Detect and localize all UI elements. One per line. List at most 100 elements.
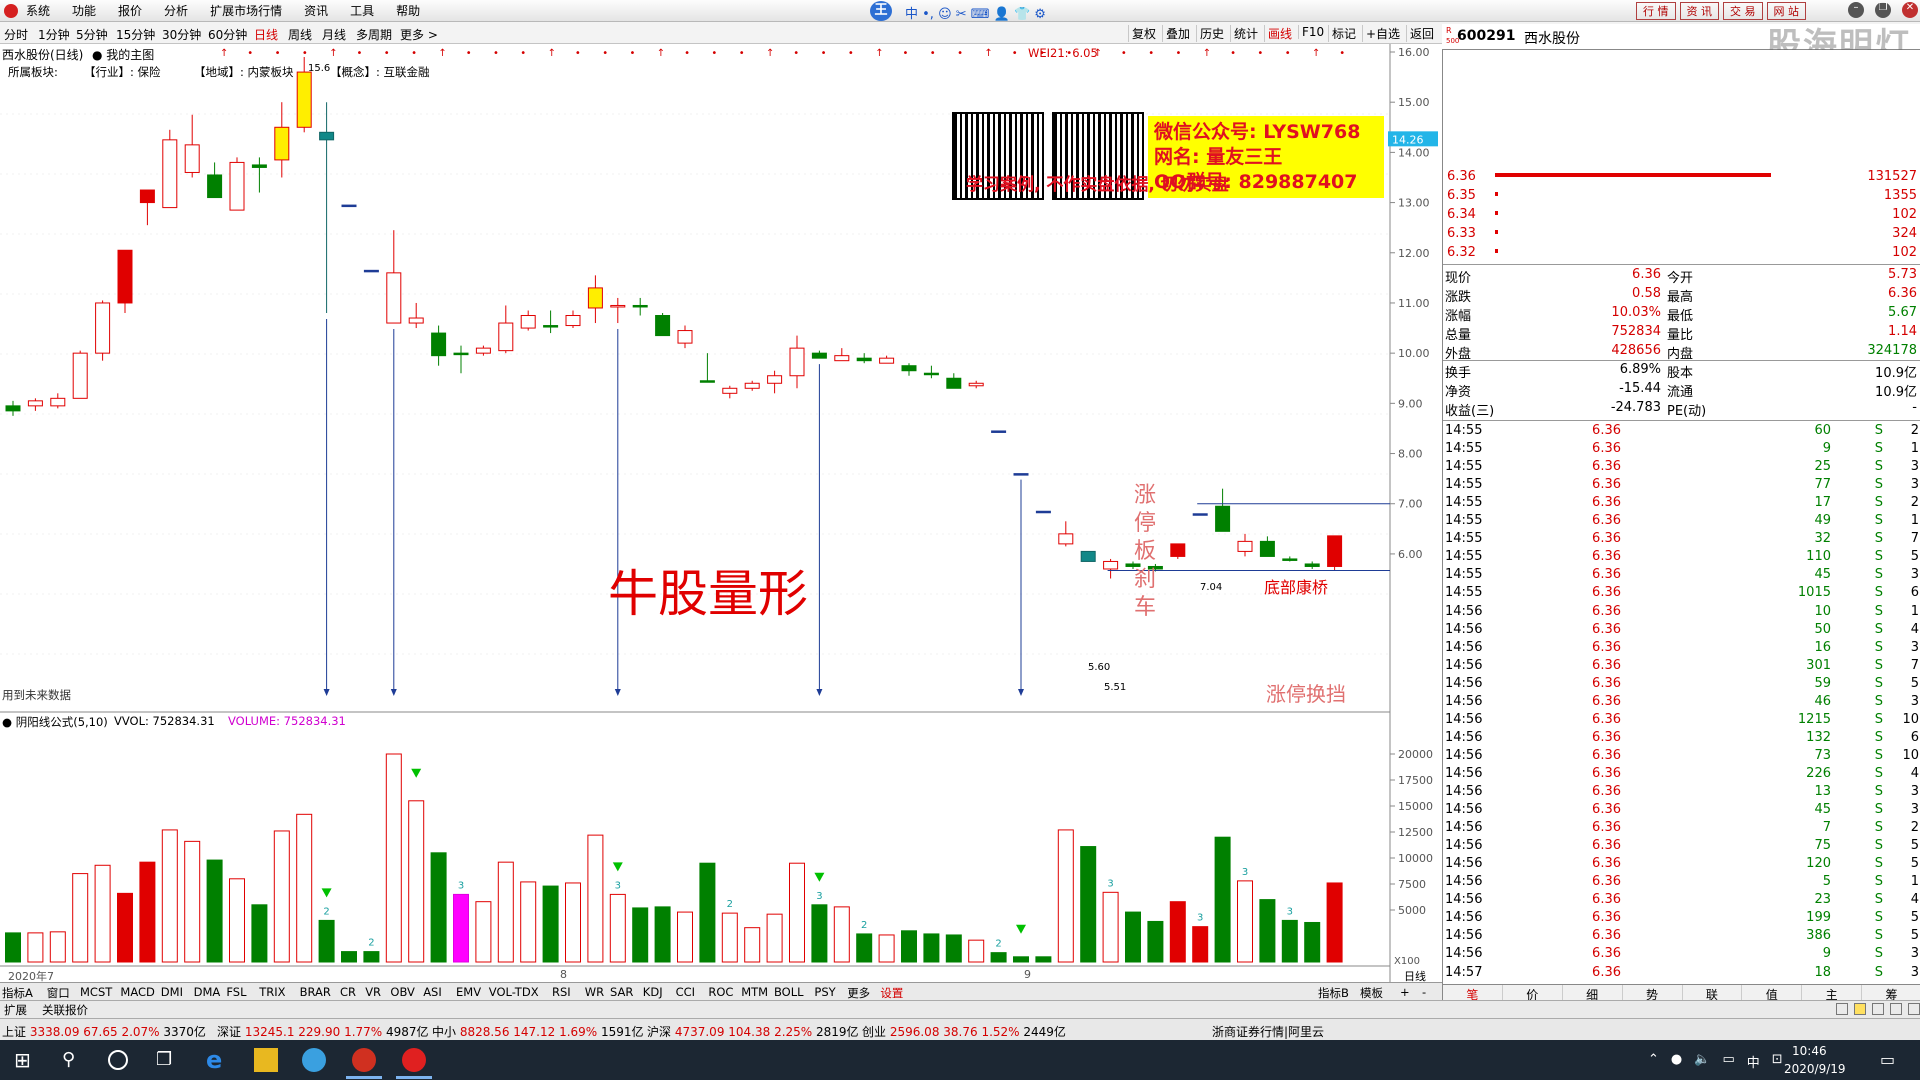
tab-related-quote[interactable]: 关联报价 [42,1002,88,1018]
menu-system[interactable]: 系统 [26,2,50,19]
statistics-button[interactable]: 统计 [1230,25,1261,42]
overlay-button[interactable]: 叠加 [1162,25,1193,42]
period-daily[interactable]: 日线 [254,26,278,43]
user-icon[interactable]: ● [1671,1052,1682,1071]
tick-row[interactable]: 14:56 6.36 199 S 5 [1443,909,1920,927]
tick-row[interactable]: 14:56 6.36 226 S 4 [1443,765,1920,783]
news-button[interactable]: 资 讯 [1679,2,1719,20]
indicator-tab[interactable]: DMI [161,985,183,999]
indicator-tab[interactable]: CCI [676,985,695,999]
index-quote[interactable]: 创业 2596.08 38.76 1.52% 2449亿 [862,1023,1066,1040]
indicator-tab[interactable]: 更多 [847,985,870,1001]
indicator-tab[interactable]: CR [340,985,356,999]
layout-icon[interactable] [1854,1003,1866,1015]
tick-row[interactable]: 14:55 6.36 49 S 1 [1443,512,1920,530]
notification-icon[interactable]: ▭ [1880,1050,1895,1069]
tick-row[interactable]: 14:56 6.36 386 S 5 [1443,927,1920,945]
tick-row[interactable]: 14:57 6.36 18 S 3 [1443,964,1920,982]
tick-row[interactable]: 14:56 6.36 120 S 5 [1443,855,1920,873]
volume-icon[interactable]: 🔈 [1694,1052,1710,1071]
tick-row[interactable]: 14:55 6.36 110 S 5 [1443,548,1920,566]
ie-browser-icon[interactable] [302,1048,326,1072]
back-button[interactable]: 返回 [1406,25,1437,42]
indicator-tab[interactable]: BRAR [300,985,331,999]
app-icon[interactable] [352,1048,376,1072]
network-icon[interactable]: ▭ [1722,1052,1734,1071]
indicator-tab[interactable]: EMV [456,985,481,999]
region-tag[interactable]: 【地域】: 内蒙板块 [194,64,294,80]
indicator-b-tab[interactable]: 指标B [1318,985,1349,1001]
chart-area[interactable]: 16.00 15.00 14.00 13.00 12.00 11.00 10.00 9.00 8… [0,44,1442,983]
concept-tag[interactable]: 【概念】: 互联金融 [330,64,430,80]
indicator-tab[interactable]: SAR [610,985,633,999]
index-quote[interactable]: 沪深 4737.09 104.38 2.25% 2819亿 [647,1023,859,1040]
period-1min[interactable]: 1分钟 [38,26,70,43]
ask-row[interactable]: 6.36 131527 [1443,168,1920,186]
restore-icon[interactable]: ❐ [1875,2,1891,18]
ime-toolbar[interactable]: 中 •, ☺ ✂ ⌨ 👤 👕 ⚙ [905,3,1046,22]
task-view-icon[interactable]: ❐ [156,1048,180,1072]
tick-row[interactable]: 14:55 6.36 17 S 2 [1443,494,1920,512]
indicator-tab[interactable]: RSI [552,985,571,999]
menu-analysis[interactable]: 分析 [164,2,188,19]
layout-icon[interactable] [1890,1003,1902,1015]
indicator-tab[interactable]: KDJ [643,985,663,999]
industry-tag[interactable]: 【行业】: 保险 [84,64,161,80]
tick-row[interactable]: 14:55 6.36 77 S 3 [1443,476,1920,494]
tick-row[interactable]: 14:56 6.36 45 S 3 [1443,801,1920,819]
tick-row[interactable]: 14:56 6.36 73 S 10 [1443,747,1920,765]
index-quote[interactable]: 上证 3338.09 67.65 2.07% 3370亿 [2,1023,206,1040]
tick-row[interactable]: 14:55 6.36 1015 S 6 [1443,584,1920,602]
trading-app-icon[interactable] [402,1048,426,1072]
indicator-tab[interactable]: WR [585,985,604,999]
market-button[interactable]: 行 情 [1636,2,1676,20]
indicator-tab[interactable]: PSY [814,985,835,999]
indicator-tab[interactable]: MTM [741,985,768,999]
file-explorer-icon[interactable] [254,1048,278,1072]
indicator-tab[interactable]: ROC [708,985,733,999]
indicator-tab[interactable]: TRIX [259,985,285,999]
history-button[interactable]: 历史 [1196,25,1227,42]
tick-row[interactable]: 14:55 6.36 60 S 2 [1443,422,1920,440]
layout-icon[interactable] [1836,1003,1848,1015]
ask-row[interactable]: 6.35 1355 [1443,187,1920,205]
f10-button[interactable]: F10 [1298,25,1327,39]
tick-row[interactable]: 14:55 6.36 32 S 7 [1443,530,1920,548]
menu-function[interactable]: 功能 [72,2,96,19]
menu-quote[interactable]: 报价 [118,2,142,19]
indicator-tab[interactable]: FSL [226,985,246,999]
ime-logo-icon[interactable]: 王 [870,1,892,21]
ask-row[interactable]: 6.34 102 [1443,206,1920,224]
minimize-icon[interactable]: – [1848,2,1864,18]
mark-button[interactable]: 标记 [1328,25,1359,42]
tick-row[interactable]: 14:56 6.36 7 S 2 [1443,819,1920,837]
tick-row[interactable]: 14:56 6.36 301 S 7 [1443,657,1920,675]
indicator-tab[interactable]: DMA [194,985,221,999]
chevron-up-icon[interactable]: ⌃ [1648,1052,1659,1071]
tab-extend[interactable]: 扩展 [4,1002,27,1018]
indicator-tab[interactable]: OBV [390,985,414,999]
period-60min[interactable]: 60分钟 [208,26,247,43]
ask-row[interactable]: 6.32 102 [1443,244,1920,262]
tick-row[interactable]: 14:56 6.36 13 S 3 [1443,783,1920,801]
layout-icon[interactable] [1872,1003,1884,1015]
windows-start-icon[interactable]: ⊞ [14,1048,38,1072]
menu-extended-market[interactable]: 扩展市场行情 [210,2,282,19]
indicator-tab[interactable]: 指标A [2,985,33,1001]
menu-news[interactable]: 资讯 [304,2,328,19]
menu-help[interactable]: 帮助 [396,2,420,19]
tick-row[interactable]: 14:55 6.36 9 S 1 [1443,440,1920,458]
tick-row[interactable]: 14:56 6.36 50 S 4 [1443,621,1920,639]
index-quote[interactable]: 深证 13245.1 229.90 1.77% 4987亿 [217,1023,429,1040]
draw-line-button[interactable]: 画线 [1264,25,1295,42]
period-monthly[interactable]: 月线 [322,26,346,43]
indicator-tab[interactable]: VR [365,985,381,999]
period-more[interactable]: 更多 > [400,26,438,43]
indicator-tab[interactable]: 窗口 [47,985,70,1001]
indicator-tab[interactable]: MACD [120,985,154,999]
period-15min[interactable]: 15分钟 [116,26,155,43]
tick-row[interactable]: 14:55 6.36 25 S 3 [1443,458,1920,476]
tick-row[interactable]: 14:55 6.36 45 S 3 [1443,566,1920,584]
tick-row[interactable]: 14:56 6.36 16 S 3 [1443,639,1920,657]
clock-date[interactable]: 2020/9/19 [1784,1062,1846,1076]
